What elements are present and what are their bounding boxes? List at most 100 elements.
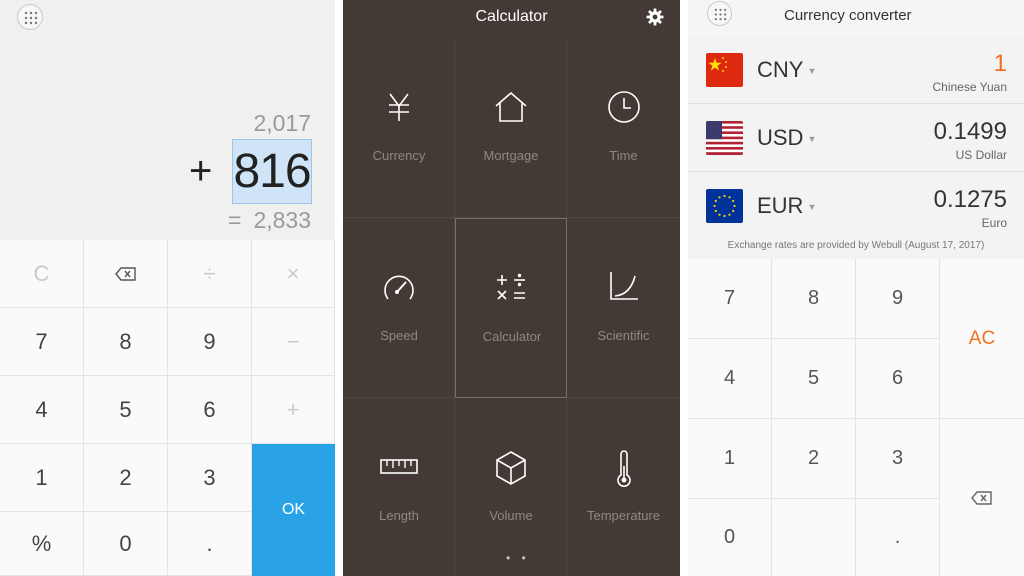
key-4[interactable]: 4 (688, 339, 772, 419)
tool-mortgage[interactable]: Mortgage (455, 38, 567, 218)
exchange-rate-note: Exchange rates are provided by Webull (A… (727, 240, 985, 251)
key-5[interactable]: 5 (772, 339, 856, 419)
china-flag-icon (706, 53, 743, 87)
usa-flag-icon (706, 121, 743, 155)
key-0[interactable]: 0 (84, 512, 168, 576)
tool-label: Calculator (482, 329, 542, 344)
key-2[interactable]: 2 (772, 419, 856, 499)
currency-selector[interactable]: USD ▼ (757, 125, 816, 151)
key-9[interactable]: 9 (168, 308, 252, 376)
grid-dots-icon (24, 11, 38, 25)
percent-key[interactable]: % (0, 512, 84, 576)
currency-name: US Dollar (955, 148, 1007, 162)
backspace-key[interactable] (84, 240, 168, 308)
key-4[interactable]: 4 (0, 376, 84, 444)
thermometer-icon (616, 450, 631, 487)
plus-key[interactable]: + (252, 376, 335, 444)
tool-length[interactable]: Length (343, 398, 455, 576)
calculator-display: 2,017 + 816 = 2,833 (0, 0, 335, 240)
clear-key[interactable]: C (0, 240, 84, 308)
currency-row-cny[interactable]: CNY ▼ 1 Chinese Yuan (688, 36, 1024, 104)
key-7[interactable]: 7 (0, 308, 84, 376)
tool-time[interactable]: Time (567, 38, 680, 218)
result-display: = 2,833 (228, 207, 311, 234)
tool-label: Time (609, 148, 638, 163)
tool-label: Mortgage (483, 148, 539, 163)
ok-key[interactable]: OK (252, 444, 335, 576)
converter-title: Currency converter (784, 7, 912, 24)
current-input[interactable]: 816 (232, 139, 312, 204)
currency-amount[interactable]: 0.1499 (934, 118, 1007, 146)
yen-icon (388, 93, 409, 121)
minus-key[interactable]: − (252, 308, 335, 376)
backspace-key[interactable] (940, 419, 1024, 576)
currency-converter-screen: Currency converter CNY ▼ 1 Chinese Yuan U… (688, 0, 1024, 576)
tool-scientific[interactable]: Scientific (567, 218, 680, 398)
key-0[interactable]: 0 (688, 499, 772, 576)
tools-title: Calculator (475, 8, 548, 25)
cube-icon (495, 451, 526, 485)
key-blank (772, 499, 856, 576)
key-6[interactable]: 6 (856, 339, 940, 419)
menu-button[interactable] (707, 1, 732, 26)
key-6[interactable]: 6 (168, 376, 252, 444)
key-3[interactable]: 3 (168, 444, 252, 512)
dropdown-arrow-icon: ▼ (807, 202, 817, 213)
backspace-icon (971, 490, 992, 505)
key-8[interactable]: 8 (772, 259, 856, 339)
key-5[interactable]: 5 (84, 376, 168, 444)
ruler-icon (379, 459, 418, 474)
currency-amount[interactable]: 0.1275 (934, 186, 1007, 214)
speedometer-icon (383, 275, 414, 300)
operator-display: + (189, 149, 213, 193)
converter-keypad: 7 8 9 4 5 6 1 2 3 0 . AC (688, 259, 1024, 576)
tool-label: Volume (489, 508, 533, 523)
currency-name: Chinese Yuan (932, 80, 1007, 94)
backspace-icon (114, 266, 136, 281)
divide-key[interactable]: ÷ (168, 240, 252, 308)
tool-volume[interactable]: Volume (455, 398, 567, 576)
multiply-key[interactable]: × (252, 240, 335, 308)
key-7[interactable]: 7 (688, 259, 772, 339)
decimal-key[interactable]: . (168, 512, 252, 576)
decimal-key[interactable]: . (856, 499, 940, 576)
tool-calculator[interactable]: Calculator (455, 218, 567, 398)
key-2[interactable]: 2 (84, 444, 168, 512)
tools-menu-screen: Calculator Currency Mortgage Time Speed … (343, 0, 680, 576)
calculator-icon (497, 273, 525, 300)
currency-selector[interactable]: EUR ▼ (757, 193, 816, 219)
currency-code: CNY (757, 57, 804, 82)
key-1[interactable]: 1 (688, 419, 772, 499)
eu-flag-icon (706, 189, 743, 223)
key-3[interactable]: 3 (856, 419, 940, 499)
calculator-keypad: C ÷ × 7 8 9 − 4 5 6 + 1 2 3 % 0 . OK (0, 240, 335, 576)
currency-amount-active[interactable]: 1 (994, 50, 1007, 78)
tool-label: Length (379, 508, 419, 523)
dropdown-arrow-icon: ▼ (807, 134, 817, 145)
currency-name: Euro (981, 216, 1007, 230)
curve-icon (609, 272, 638, 300)
tool-speed[interactable]: Speed (343, 218, 455, 398)
currency-code: EUR (757, 193, 804, 218)
page-indicator: • • (506, 551, 530, 565)
gear-icon (646, 8, 664, 26)
settings-button[interactable] (646, 8, 664, 31)
house-icon (494, 91, 527, 122)
grid-dots-icon (714, 8, 727, 21)
key-8[interactable]: 8 (84, 308, 168, 376)
converter-header: Currency converter (688, 0, 1024, 36)
currency-selector[interactable]: CNY ▼ (757, 57, 816, 83)
tool-label: Temperature (587, 508, 660, 523)
menu-button[interactable] (17, 4, 43, 30)
result-value: 2,833 (253, 207, 311, 233)
currency-code: USD (757, 125, 804, 150)
key-1[interactable]: 1 (0, 444, 84, 512)
tool-temperature[interactable]: Temperature (567, 398, 680, 576)
all-clear-key[interactable]: AC (940, 259, 1024, 419)
clock-icon (607, 91, 640, 123)
tool-currency[interactable]: Currency (343, 38, 455, 218)
previous-value: 2,017 (253, 110, 311, 136)
dropdown-arrow-icon: ▼ (807, 66, 817, 77)
currency-row-usd[interactable]: USD ▼ 0.1499 US Dollar (688, 104, 1024, 172)
key-9[interactable]: 9 (856, 259, 940, 339)
